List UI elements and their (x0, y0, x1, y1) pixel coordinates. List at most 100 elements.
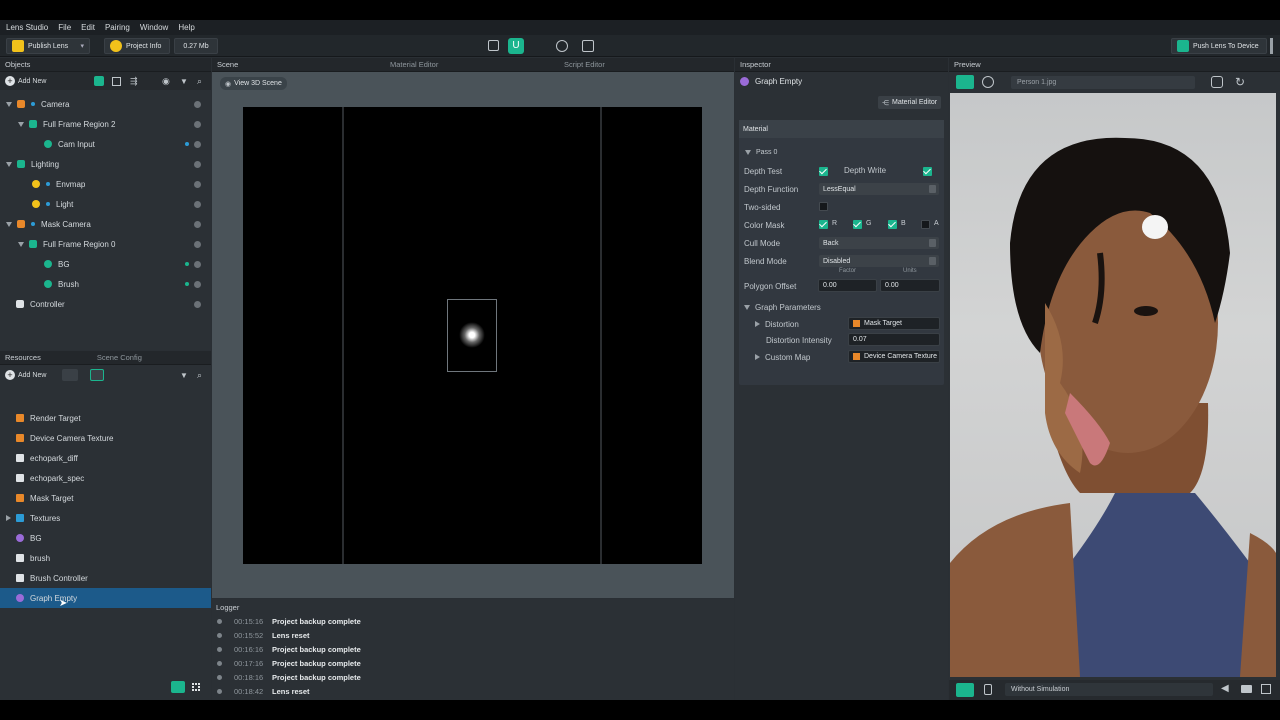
color-mask-r-checkbox[interactable] (819, 220, 828, 229)
filter-icon[interactable]: ▼ (180, 371, 188, 380)
expand-icon[interactable] (6, 101, 12, 107)
resource-bg-material[interactable]: BG (0, 528, 211, 548)
distortion-intensity-input[interactable]: 0.07 (848, 333, 940, 346)
object-lighting[interactable]: Lighting (0, 154, 211, 174)
visibility-icon[interactable] (194, 200, 201, 208)
resource-brush-controller[interactable]: Brush Controller (0, 568, 211, 588)
pass-0-header[interactable]: Pass 0 (739, 143, 944, 161)
tab-material-editor[interactable]: Material Editor (390, 60, 438, 69)
resource-render-target[interactable]: Render Target (0, 408, 211, 428)
filter-icon[interactable]: ▼ (180, 77, 188, 86)
visibility-icon[interactable] (194, 100, 201, 108)
custom-map-field[interactable]: Device Camera Texture (848, 350, 940, 363)
resources-add-new-button[interactable]: + Add New (5, 370, 46, 380)
hierarchy-icon[interactable]: ⇶ (130, 76, 138, 87)
object-cam-input[interactable]: Cam Input (0, 134, 211, 154)
material-editor-button[interactable]: ⋲ Material Editor (878, 96, 942, 109)
pair-icon[interactable] (582, 40, 594, 52)
depth-function-select[interactable]: LessEqual (819, 183, 939, 195)
view-3d-scene-button[interactable]: ◉ View 3D Scene (220, 77, 287, 90)
layers-icon[interactable] (112, 76, 121, 86)
publish-lens-button[interactable]: Publish Lens ▾ (6, 38, 90, 54)
visibility-icon[interactable] (194, 160, 201, 168)
preview-viewport[interactable] (950, 93, 1276, 677)
visibility-icon[interactable] (194, 220, 201, 228)
depth-write-checkbox[interactable] (923, 167, 932, 176)
polygon-offset-factor-input[interactable]: 0.00 (818, 279, 877, 292)
menu-window[interactable]: Window (140, 23, 168, 32)
menu-edit[interactable]: Edit (81, 23, 95, 32)
visibility-icon[interactable] (194, 120, 201, 128)
menu-pairing[interactable]: Pairing (105, 23, 130, 32)
menu-file[interactable]: File (58, 23, 71, 32)
visibility-icon[interactable] (194, 300, 201, 308)
list-view-icon[interactable] (171, 681, 185, 693)
polygon-offset-units-input[interactable]: 0.00 (880, 279, 940, 292)
project-info-button[interactable]: Project Info (104, 38, 170, 54)
reset-icon[interactable] (556, 40, 568, 52)
refresh-icon[interactable]: ↻ (1235, 75, 1245, 89)
expand-icon[interactable] (18, 121, 24, 127)
visibility-icon[interactable] (194, 240, 201, 248)
resource-mask-target[interactable]: Mask Target (0, 488, 211, 508)
cull-mode-select[interactable]: Back (819, 237, 939, 249)
eye-icon[interactable]: ◉ (162, 76, 170, 87)
expand-icon[interactable] (18, 241, 24, 247)
search-icon[interactable]: ⌕ (197, 370, 202, 381)
object-full-frame-region-2[interactable]: Full Frame Region 2 (0, 114, 211, 134)
visibility-icon[interactable] (194, 260, 201, 268)
grid-view-icon[interactable] (192, 683, 200, 691)
distortion-field[interactable]: Mask Target (848, 317, 940, 330)
preview-source-select[interactable]: Person 1.jpg (1011, 76, 1195, 89)
tab-resources[interactable]: Resources (5, 353, 41, 362)
expand-icon[interactable] (755, 321, 760, 327)
resource-device-camera-texture[interactable]: Device Camera Texture (0, 428, 211, 448)
brush-object-outline[interactable] (447, 299, 497, 372)
person-icon[interactable] (982, 76, 994, 88)
resource-brush[interactable]: brush (0, 548, 211, 568)
resource-graph-empty-selected[interactable]: Graph Empty (0, 588, 211, 608)
object-envmap[interactable]: Envmap (0, 174, 211, 194)
color-mask-a-checkbox[interactable] (921, 220, 930, 229)
crop-icon[interactable] (1261, 684, 1271, 694)
chevron-down-icon[interactable]: ▾ (80, 42, 84, 50)
object-bg[interactable]: BG (0, 254, 211, 274)
simulation-select[interactable]: Without Simulation (1005, 683, 1213, 696)
push-lens-button[interactable]: Push Lens To Device (1171, 38, 1267, 54)
tab-scene-config[interactable]: Scene Config (97, 353, 142, 362)
two-sided-checkbox[interactable] (819, 202, 828, 211)
video-camera-icon[interactable] (1241, 685, 1252, 693)
object-full-frame-region-0[interactable]: Full Frame Region 0 (0, 234, 211, 254)
menu-help[interactable]: Help (178, 23, 194, 32)
expand-icon[interactable] (6, 221, 12, 227)
material-filter-icon[interactable] (62, 369, 78, 381)
depth-test-checkbox[interactable] (819, 167, 828, 176)
object-controller[interactable]: Controller (0, 294, 211, 314)
color-mask-g-checkbox[interactable] (853, 220, 862, 229)
collapse-icon[interactable] (745, 149, 751, 155)
blend-mode-select[interactable]: Disabled (819, 255, 939, 267)
resource-textures-folder[interactable]: Textures (0, 508, 211, 528)
visibility-icon[interactable] (194, 180, 201, 188)
color-mask-b-checkbox[interactable] (888, 220, 897, 229)
scene-viewport[interactable] (243, 107, 702, 564)
device-preview-icon[interactable] (956, 683, 974, 697)
visibility-icon[interactable] (194, 140, 201, 148)
layout-icon[interactable] (488, 40, 499, 51)
menu-app[interactable]: Lens Studio (6, 23, 48, 32)
texture-filter-icon[interactable] (90, 369, 104, 381)
camera-swap-icon[interactable] (1211, 76, 1223, 88)
phone-icon[interactable] (984, 684, 992, 695)
object-mask-camera[interactable]: Mask Camera (0, 214, 211, 234)
visibility-icon[interactable] (194, 280, 201, 288)
tab-script-editor[interactable]: Script Editor (564, 60, 605, 69)
list-view-icon[interactable] (94, 76, 104, 86)
objects-add-new-button[interactable]: + Add New (5, 76, 46, 86)
object-brush[interactable]: Brush (0, 274, 211, 294)
expand-icon[interactable] (6, 515, 11, 521)
graph-parameters-header[interactable]: Graph Parameters (739, 298, 944, 316)
expand-icon[interactable] (6, 161, 12, 167)
object-light[interactable]: Light (0, 194, 211, 214)
expand-icon[interactable] (755, 354, 760, 360)
volume-icon[interactable]: ◀ (1221, 683, 1229, 694)
